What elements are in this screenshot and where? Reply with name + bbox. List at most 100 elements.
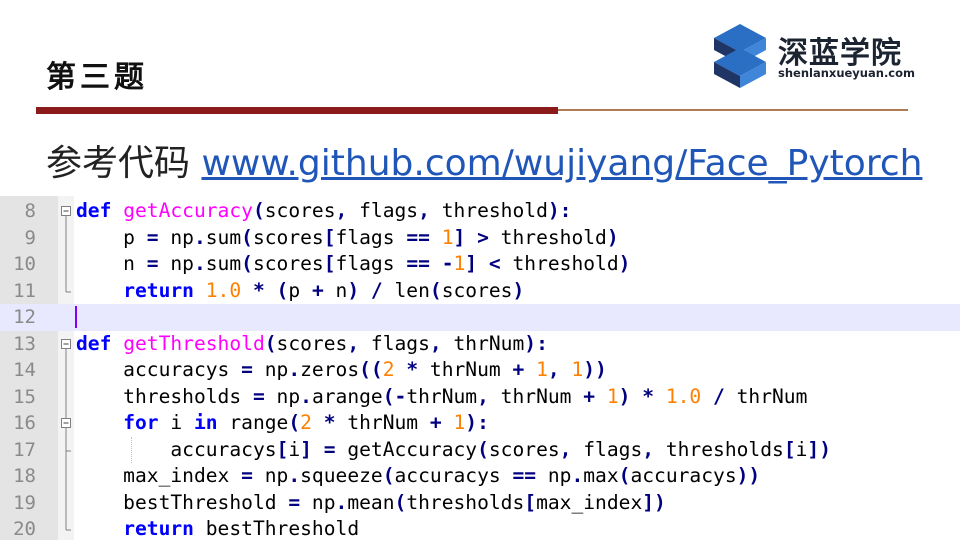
code-token: + xyxy=(512,358,525,381)
code-token: np xyxy=(536,464,572,487)
code-token: + xyxy=(311,278,324,302)
code-token: (( xyxy=(359,358,383,381)
code-token: ) xyxy=(606,225,619,249)
code-line[interactable]: 19 bestThreshold = np.mean(thresholds[ma… xyxy=(0,489,960,517)
code-line[interactable]: 17 accuracys[i] = getAccuracy(scores, fl… xyxy=(0,436,960,464)
line-number: 12 xyxy=(13,306,36,328)
code-token: 1 xyxy=(453,411,466,434)
code-token: [ xyxy=(276,437,289,461)
code-token: ( xyxy=(276,278,289,302)
code-token: [ xyxy=(783,437,796,461)
reference-line: 参考代码 www.github.com/wujiyang/Face_Pytorc… xyxy=(46,134,922,186)
code-token: thrNum xyxy=(488,384,584,408)
fold-toggle-icon[interactable] xyxy=(58,331,74,358)
title-rule-thin xyxy=(558,109,908,111)
code-token: scores xyxy=(264,199,336,222)
code-line[interactable]: 11 return 1.0 * (p + n) / len(scores) xyxy=(0,277,960,305)
code-token: )) xyxy=(736,464,761,487)
reference-link[interactable]: www.github.com/wujiyang/Face_Pytorch xyxy=(201,143,922,184)
code-token: scores xyxy=(441,278,513,302)
code-token: thrNum xyxy=(724,384,808,408)
code-token: < xyxy=(488,252,501,275)
code-token: np xyxy=(264,384,301,408)
code-token: = xyxy=(288,490,301,514)
code-editor[interactable]: 8 def getAccuracy(scores, flags, threshol… xyxy=(0,196,960,540)
line-number: 10 xyxy=(13,253,36,275)
fold-line-icon xyxy=(58,277,74,305)
code-token: getAccuracy xyxy=(335,437,478,461)
fold-line-icon xyxy=(58,224,74,252)
code-line[interactable]: 10 n = np.sum(scores[flags == -1] < thre… xyxy=(0,251,960,278)
code-token: np xyxy=(300,490,336,514)
code-token: )) xyxy=(583,358,607,381)
code-token: 1 xyxy=(536,358,548,381)
code-line[interactable]: 18 max_index = np.squeeze(accuracys == n… xyxy=(0,463,960,490)
code-token: > xyxy=(477,225,489,249)
code-token: flags xyxy=(347,199,419,222)
line-number: 18 xyxy=(13,465,36,487)
line-number: 16 xyxy=(13,412,36,434)
code-token: return xyxy=(123,278,194,302)
code-token: ]) xyxy=(642,490,666,514)
code-token: flags xyxy=(359,331,430,355)
code-token: mean xyxy=(347,490,395,514)
code-token: ) xyxy=(347,278,360,302)
code-token: 1 xyxy=(606,384,619,408)
code-token: * xyxy=(252,278,265,302)
code-token: . xyxy=(288,464,301,487)
code-token: thrNum xyxy=(406,384,478,408)
code-token: ) xyxy=(618,252,631,275)
code-token: ( xyxy=(394,490,407,514)
code-token: = xyxy=(323,437,336,461)
code-line[interactable]: 12 xyxy=(0,304,960,331)
code-token: . xyxy=(335,490,348,514)
line-number: 13 xyxy=(13,332,36,355)
code-token: scores xyxy=(488,437,560,461)
code-token: = xyxy=(241,464,253,487)
code-token: for xyxy=(123,411,159,434)
line-number: 11 xyxy=(13,279,36,302)
code-line[interactable]: 8 def getAccuracy(scores, flags, threshol… xyxy=(0,198,960,225)
code-token: sum xyxy=(205,252,242,275)
code-line[interactable]: 13 def getThreshold(scores, flags, thrNum… xyxy=(0,331,960,358)
fold-line-icon xyxy=(58,516,74,540)
code-token: bestThreshold xyxy=(76,490,289,514)
code-token: , xyxy=(547,358,560,381)
code-token: * xyxy=(642,384,655,408)
logo: 深蓝学院 shenlanxueyuan.com xyxy=(708,22,918,92)
code-token: flags xyxy=(571,437,643,461)
code-line[interactable]: 9 p = np.sum(scores[flags == 1] > thresh… xyxy=(0,224,960,252)
code-token: sum xyxy=(205,225,242,249)
code-line[interactable]: 14 accuracys = np.zeros((2 * thrNum + 1,… xyxy=(0,357,960,384)
code-line[interactable]: 20 return bestThreshold xyxy=(0,516,960,540)
code-token: ] xyxy=(300,437,312,461)
code-token: ( xyxy=(264,331,277,355)
code-token: i xyxy=(795,437,808,461)
code-token: def xyxy=(76,331,112,355)
code-line[interactable]: 16 for i in range(2 * thrNum + 1): xyxy=(0,410,960,437)
code-line[interactable]: 15 thresholds = np.arange(-thrNum, thrNu… xyxy=(0,383,960,411)
code-token: scores xyxy=(276,331,348,355)
slide-title: 第三题 xyxy=(46,60,148,95)
fold-toggle-icon[interactable] xyxy=(58,198,74,225)
code-token: flags xyxy=(335,252,407,275)
code-text: return 1.0 * (p + n) / len(scores) xyxy=(76,279,524,302)
code-token: == xyxy=(512,464,537,487)
code-text: accuracys[i] = getAccuracy(scores, flags… xyxy=(76,438,831,461)
code-text: def getAccuracy(scores, flags, threshold… xyxy=(76,199,571,222)
code-token: == xyxy=(406,252,430,275)
code-token: [ xyxy=(323,225,336,249)
code-token: . xyxy=(193,225,206,249)
code-token: . xyxy=(300,384,312,408)
fold-toggle-icon[interactable] xyxy=(58,410,74,437)
code-token: - xyxy=(441,252,454,275)
